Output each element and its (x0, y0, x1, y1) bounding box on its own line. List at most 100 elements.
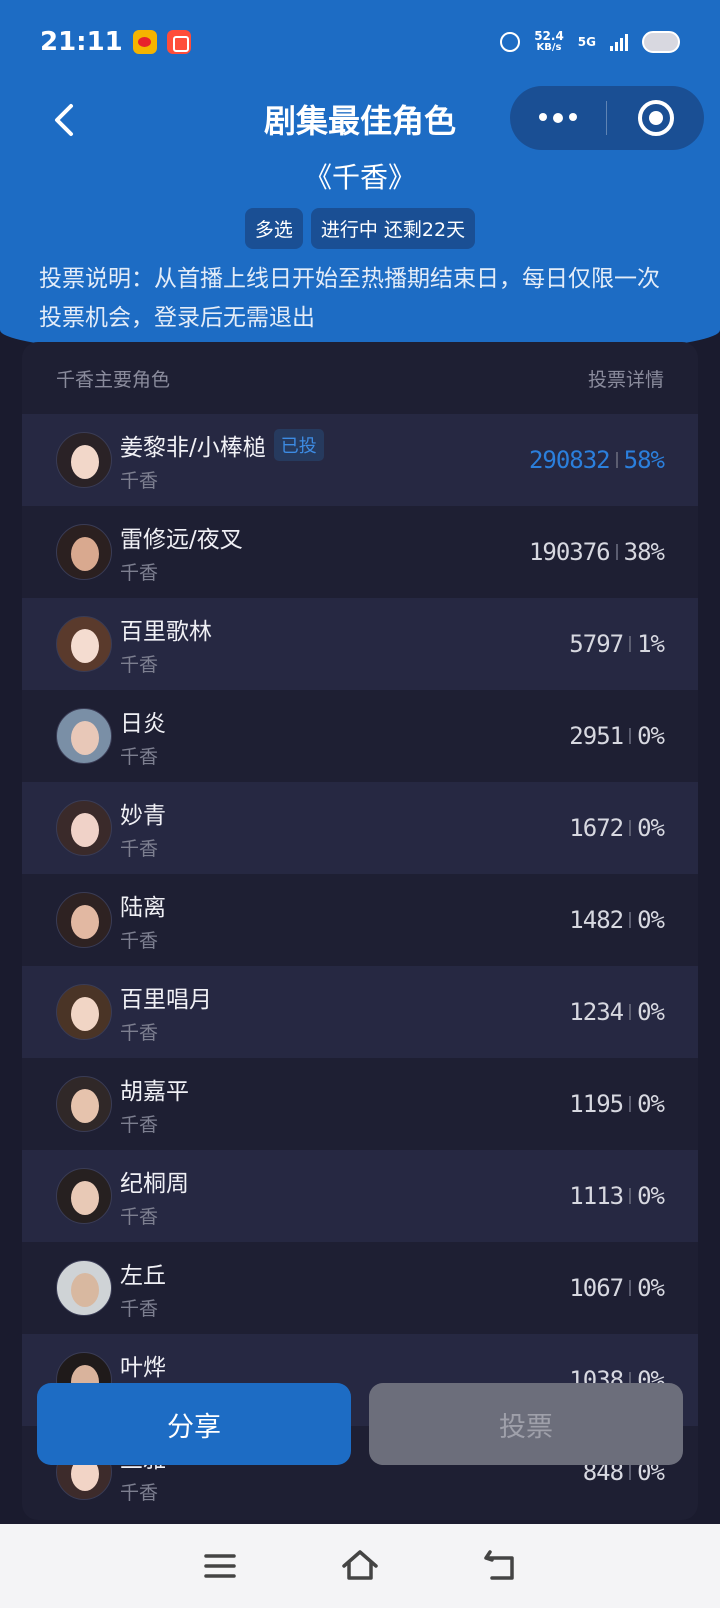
vote-count: 1234 (569, 998, 624, 1026)
tag-status: 进行中 还剩22天 (310, 208, 476, 249)
network-speed-value: 52.4 (534, 29, 564, 43)
list-header: 千香主要角色 投票详情 (22, 342, 698, 414)
candidate-drama: 千香 (120, 1297, 159, 1320)
stats-divider (629, 1188, 632, 1204)
avatar (56, 892, 112, 948)
more-button[interactable] (510, 113, 606, 123)
more-dots-icon (539, 113, 547, 121)
stats-divider (629, 912, 632, 928)
candidate-row[interactable]: 百里歌林 千香 5797 1% (22, 598, 698, 690)
status-bar: 21:11 52.4 KB/s 5G (0, 0, 720, 84)
candidate-name: 日炎 (120, 710, 166, 737)
vote-button[interactable]: 投票 (369, 1383, 683, 1465)
vote-percent: 0% (637, 998, 665, 1026)
candidate-name: 纪桐周 (120, 1170, 189, 1197)
vote-percent: 0% (637, 1090, 665, 1118)
avatar (56, 1076, 112, 1132)
drama-title: 《千香》 (303, 161, 416, 194)
vote-stats: 1195 0% (569, 1090, 665, 1118)
vote-count: 2951 (569, 722, 624, 750)
status-time: 21:11 (40, 27, 123, 57)
vote-tags: 多选 进行中 还剩22天 (0, 208, 720, 249)
vote-description: 投票说明：从首播上线日开始至热播期结束日，每日仅限一次投票机会，登录后无需退出 (39, 266, 660, 331)
candidate-drama: 千香 (120, 929, 159, 952)
candidate-info: 百里歌林 千香 (120, 612, 569, 677)
stats-divider (615, 544, 618, 560)
network-speed: 52.4 KB/s (534, 30, 564, 54)
candidate-info: 日炎 千香 (120, 704, 569, 769)
vote-stats: 1113 0% (569, 1182, 665, 1210)
vote-percent: 1% (637, 630, 665, 658)
network-type: 5G (577, 35, 596, 49)
candidate-drama: 千香 (120, 837, 159, 860)
stats-divider (629, 1096, 632, 1112)
home-icon[interactable] (340, 1546, 380, 1586)
candidate-row[interactable]: 妙青 千香 1672 0% (22, 782, 698, 874)
candidate-drama: 千香 (120, 1481, 159, 1504)
candidate-info: 纪桐周 千香 (120, 1164, 569, 1229)
candidate-name: 百里歌林 (120, 618, 212, 645)
candidate-name: 左丘 (120, 1262, 166, 1289)
candidate-row[interactable]: 陆离 千香 1482 0% (22, 874, 698, 966)
candidate-info: 左丘 千香 (120, 1256, 569, 1321)
stats-divider (629, 1280, 632, 1296)
candidate-row[interactable]: 姜黎非/小棒槌 已投 千香 290832 58% (22, 414, 698, 506)
avatar (56, 616, 112, 672)
candidate-drama: 千香 (120, 653, 159, 676)
action-bar: 分享 投票 (37, 1383, 683, 1465)
avatar (56, 524, 112, 580)
app-notification-icon (166, 30, 191, 54)
vote-count: 1113 (569, 1182, 624, 1210)
weibo-icon (132, 30, 157, 54)
vote-count: 1195 (569, 1090, 624, 1118)
candidate-info: 妙青 千香 (120, 796, 569, 861)
candidate-drama: 千香 (120, 1113, 159, 1136)
candidate-row[interactable]: 雷修远/夜叉 千香 190376 38% (22, 506, 698, 598)
vote-count: 1672 (569, 814, 624, 842)
candidate-drama: 千香 (120, 1021, 159, 1044)
vote-stats: 1234 0% (569, 998, 665, 1026)
tag-multi-select: 多选 (244, 208, 303, 249)
candidate-row[interactable]: 胡嘉平 千香 1195 0% (22, 1058, 698, 1150)
signal-icon (610, 33, 628, 51)
vote-count: 1482 (569, 906, 624, 934)
candidate-drama: 千香 (120, 561, 159, 584)
candidate-name: 胡嘉平 (120, 1078, 189, 1105)
vote-stats: 5797 1% (569, 630, 665, 658)
back-nav-icon[interactable] (480, 1546, 520, 1586)
stats-divider (629, 728, 632, 744)
vote-percent: 38% (623, 538, 665, 566)
candidate-drama: 千香 (120, 745, 159, 768)
vote-percent: 0% (637, 814, 665, 842)
avatar (56, 1260, 112, 1316)
candidate-name: 姜黎非/小棒槌 (120, 434, 266, 461)
stats-divider (629, 820, 632, 836)
miniapp-capsule (510, 86, 704, 150)
vote-percent: 0% (637, 1182, 665, 1210)
vote-stats: 190376 38% (529, 538, 665, 566)
vote-percent: 0% (637, 722, 665, 750)
candidate-drama: 千香 (120, 1205, 159, 1228)
share-button[interactable]: 分享 (37, 1383, 351, 1465)
stats-divider (615, 452, 618, 468)
system-nav-bar (0, 1524, 720, 1608)
nav-bar: 剧集最佳角色 (0, 84, 720, 156)
avatar (56, 800, 112, 856)
list-header-left: 千香主要角色 (56, 368, 171, 391)
candidate-row[interactable]: 日炎 千香 2951 0% (22, 690, 698, 782)
candidate-drama: 千香 (120, 469, 159, 492)
vote-stats: 1482 0% (569, 906, 665, 934)
candidate-row[interactable]: 百里唱月 千香 1234 0% (22, 966, 698, 1058)
list-header-right[interactable]: 投票详情 (588, 365, 664, 392)
stats-divider (629, 1464, 632, 1480)
candidate-name: 妙青 (120, 802, 166, 829)
candidate-info: 百里唱月 千香 (120, 980, 569, 1045)
menu-icon[interactable] (200, 1546, 240, 1586)
vote-percent: 58% (623, 446, 665, 474)
close-miniapp-button[interactable] (607, 100, 704, 136)
candidate-info: 陆离 千香 (120, 888, 569, 953)
candidate-row[interactable]: 左丘 千香 1067 0% (22, 1242, 698, 1334)
candidate-row[interactable]: 纪桐周 千香 1113 0% (22, 1150, 698, 1242)
vote-stats: 1067 0% (569, 1274, 665, 1302)
target-icon (637, 100, 674, 136)
